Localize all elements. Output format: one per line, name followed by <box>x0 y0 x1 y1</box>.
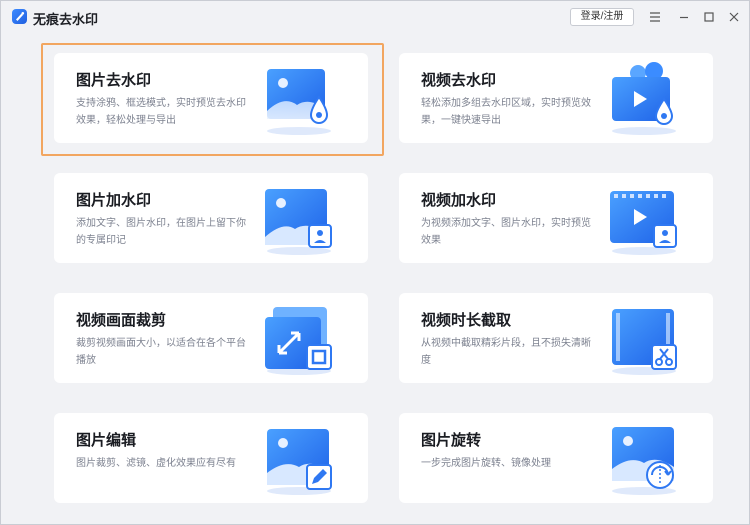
card-title: 图片加水印 <box>76 192 152 209</box>
title-bar: 无痕去水印 登录/注册 <box>1 1 749 33</box>
card-description: 图片裁剪、滤镜、虚化效果应有尽有 <box>76 458 236 469</box>
card-description: 为视频添加文字、图片水印，实时预览效果 <box>421 218 591 246</box>
close-icon[interactable] <box>726 9 742 25</box>
app-window: 无痕去水印 登录/注册 图片去水印 支持涂鸦、框选模式，实时预览去水印效果，轻松… <box>0 0 750 525</box>
menu-icon[interactable] <box>647 9 663 25</box>
card-title: 视频加水印 <box>421 192 497 209</box>
card-title: 视频去水印 <box>421 72 497 89</box>
card-description: 添加文字、图片水印，在图片上留下你的专属印记 <box>76 218 246 246</box>
login-register-button[interactable]: 登录/注册 <box>570 8 634 26</box>
card-description: 支持涂鸦、框选模式，实时预览去水印效果，轻松处理与导出 <box>76 98 246 126</box>
video-remove-watermark-icon <box>604 61 684 137</box>
image-rotate-icon <box>604 421 684 497</box>
card-image-add-watermark[interactable]: 图片加水印 添加文字、图片水印，在图片上留下你的专属印记 <box>54 173 368 263</box>
image-edit-icon <box>259 421 339 497</box>
card-description: 轻松添加多组去水印区域，实时预览效果，一键快速导出 <box>421 98 591 126</box>
card-image-remove-watermark[interactable]: 图片去水印 支持涂鸦、框选模式，实时预览去水印效果，轻松处理与导出 <box>54 53 368 143</box>
card-image-edit[interactable]: 图片编辑 图片裁剪、滤镜、虚化效果应有尽有 <box>54 413 368 503</box>
minimize-icon[interactable] <box>676 9 692 25</box>
card-video-remove-watermark[interactable]: 视频去水印 轻松添加多组去水印区域，实时预览效果，一键快速导出 <box>399 53 713 143</box>
card-description: 裁剪视频画面大小，以适合在各个平台播放 <box>76 338 246 366</box>
card-description: 从视频中截取精彩片段，且不损失清晰度 <box>421 338 591 366</box>
card-title: 图片旋转 <box>421 432 482 449</box>
video-crop-icon <box>259 301 339 377</box>
card-description: 一步完成图片旋转、镜像处理 <box>421 458 551 469</box>
card-video-trim[interactable]: 视频时长截取 从视频中截取精彩片段，且不损失清晰度 <box>399 293 713 383</box>
app-title: 无痕去水印 <box>33 12 99 27</box>
card-title: 图片去水印 <box>76 72 152 89</box>
app-logo-icon <box>12 9 27 24</box>
image-add-watermark-icon <box>259 181 339 257</box>
image-remove-watermark-icon <box>259 61 339 137</box>
card-video-crop[interactable]: 视频画面裁剪 裁剪视频画面大小，以适合在各个平台播放 <box>54 293 368 383</box>
video-add-watermark-icon <box>604 181 684 257</box>
card-title: 图片编辑 <box>76 432 137 449</box>
video-trim-icon <box>604 301 684 377</box>
card-title: 视频画面裁剪 <box>76 312 167 329</box>
card-title: 视频时长截取 <box>421 312 512 329</box>
maximize-icon[interactable] <box>701 9 717 25</box>
card-image-rotate[interactable]: 图片旋转 一步完成图片旋转、镜像处理 <box>399 413 713 503</box>
card-video-add-watermark[interactable]: 视频加水印 为视频添加文字、图片水印，实时预览效果 <box>399 173 713 263</box>
